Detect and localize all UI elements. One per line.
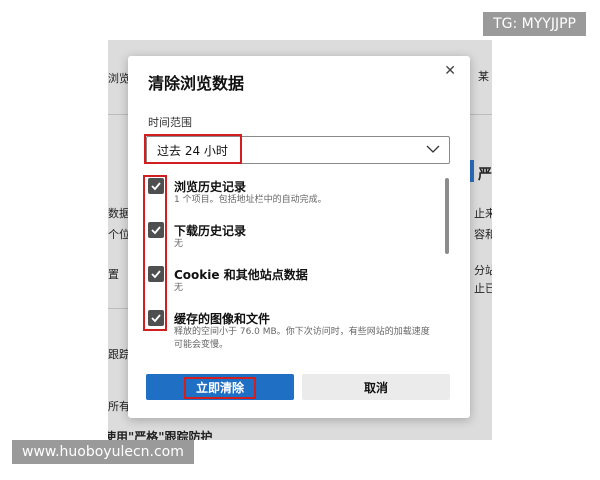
bg-divider <box>108 114 130 115</box>
bg-text-right-6: 止已 <box>474 282 492 295</box>
bg-text-right-3: 止来 <box>474 207 492 220</box>
download-history-checkbox[interactable] <box>148 222 164 238</box>
chevron-down-icon <box>426 145 440 153</box>
check-icon <box>151 182 161 191</box>
dialog-title: 清除浏览数据 <box>148 74 245 93</box>
item-description: 释放的空间小于 76.0 MB。你下次访问时，有些网站的加载速度可能会变慢。 <box>174 327 430 350</box>
clear-now-label: 立即清除 <box>183 377 256 399</box>
item-title: 下载历史记录 <box>174 224 247 238</box>
bg-text-bottom: 使用"严格"跟踪防护 <box>108 430 213 440</box>
close-icon[interactable]: ✕ <box>444 64 456 78</box>
check-icon <box>151 314 161 323</box>
bg-text-right-2: 严 <box>478 167 492 183</box>
cancel-button[interactable]: 取消 <box>302 374 450 400</box>
item-description: 无 <box>174 283 184 293</box>
item-title: 浏览历史记录 <box>174 180 247 194</box>
bg-text-left-2: 数据 <box>108 207 130 220</box>
bg-text-right-4: 容和 <box>474 228 492 241</box>
bg-divider <box>108 308 130 309</box>
bg-text-left-6: 所有 <box>108 400 130 413</box>
bg-text-left-5: 跟踪 <box>108 348 130 361</box>
time-range-select[interactable]: 过去 24 小时 <box>146 136 450 164</box>
browsing-history-checkbox[interactable] <box>148 178 164 194</box>
bg-text-left-4: 置 <box>108 268 119 281</box>
bg-text-right-1: 某 <box>478 70 489 83</box>
item-description: 无 <box>174 239 184 249</box>
check-icon <box>151 226 161 235</box>
bg-text-left-3: 个位 <box>108 228 130 241</box>
data-type-list: 浏览历史记录 1 个项目。包括地址栏中的自动完成。 下载历史记录 无 Cooki… <box>144 176 444 352</box>
time-range-value: 过去 24 小时 <box>157 144 228 158</box>
cookies-checkbox[interactable] <box>148 266 164 282</box>
clear-browsing-data-dialog: ✕ 清除浏览数据 时间范围 过去 24 小时 浏览历史记录 1 个项目。包括地址… <box>128 56 470 418</box>
check-icon <box>151 270 161 279</box>
item-title: Cookie 和其他站点数据 <box>174 268 308 282</box>
bg-text-right-5: 分站 <box>474 264 492 277</box>
bg-text-left-1: 浏览 <box>108 72 130 85</box>
item-title: 缓存的图像和文件 <box>174 312 271 326</box>
watermark-bottom: www.huoboyulecn.com <box>12 440 194 464</box>
time-range-label: 时间范围 <box>148 116 192 129</box>
watermark-top: TG: MYYJJPP <box>483 12 586 36</box>
clear-now-button[interactable]: 立即清除 <box>146 374 294 400</box>
item-description: 1 个项目。包括地址栏中的自动完成。 <box>174 195 327 205</box>
cached-files-checkbox[interactable] <box>148 310 164 326</box>
bg-divider <box>470 114 492 115</box>
list-scrollbar[interactable] <box>445 178 449 254</box>
